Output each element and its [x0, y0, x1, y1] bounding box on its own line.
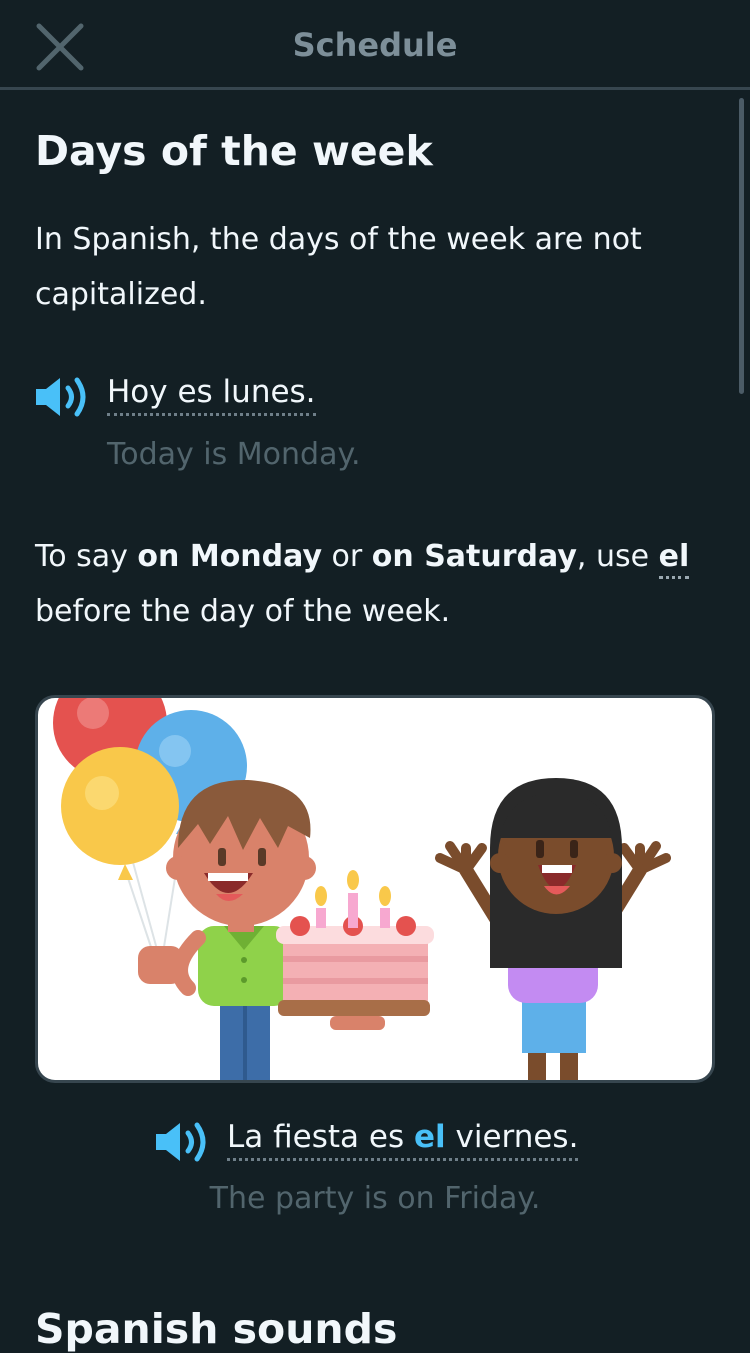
illustration-art [53, 698, 671, 1080]
rule-text-2: or [322, 539, 372, 574]
intro-paragraph: In Spanish, the days of the week are not… [35, 222, 642, 312]
speaker-button-1[interactable] [32, 373, 92, 421]
speaker-icon [36, 377, 86, 417]
rule-bold-1: on Monday [137, 539, 323, 574]
section-heading-days: Days of the week [35, 127, 433, 175]
example-sentence-2[interactable]: La fiesta es el viernes. [227, 1119, 579, 1161]
rule-bold-2: on Saturday [371, 539, 577, 574]
birthday-party-illustration [35, 695, 715, 1083]
example2-highlight-el: el [413, 1119, 446, 1155]
section-heading-sounds: Spanish sounds [35, 1305, 398, 1353]
top-bar: Schedule [0, 0, 750, 90]
hint-word-el[interactable]: el [658, 539, 690, 579]
example2-text-2: viernes. [445, 1119, 579, 1155]
rule-paragraph: To say on Monday or on Saturday, use el … [35, 529, 715, 639]
scrollbar[interactable] [739, 98, 744, 394]
page-title: Schedule [292, 26, 458, 64]
rule-text-4: before the day of the week. [35, 594, 451, 629]
example-translation-1: Today is Monday. [107, 437, 361, 472]
example-sentence-1[interactable]: Hoy es lunes. [107, 374, 316, 416]
speaker-icon [156, 1122, 206, 1162]
speaker-button-2[interactable] [152, 1118, 212, 1166]
example2-text-1: La fiesta es [227, 1119, 414, 1155]
rule-text-1: To say [35, 539, 138, 574]
example-translation-2: The party is on Friday. [209, 1181, 541, 1216]
rule-text-3: , use [576, 539, 659, 574]
